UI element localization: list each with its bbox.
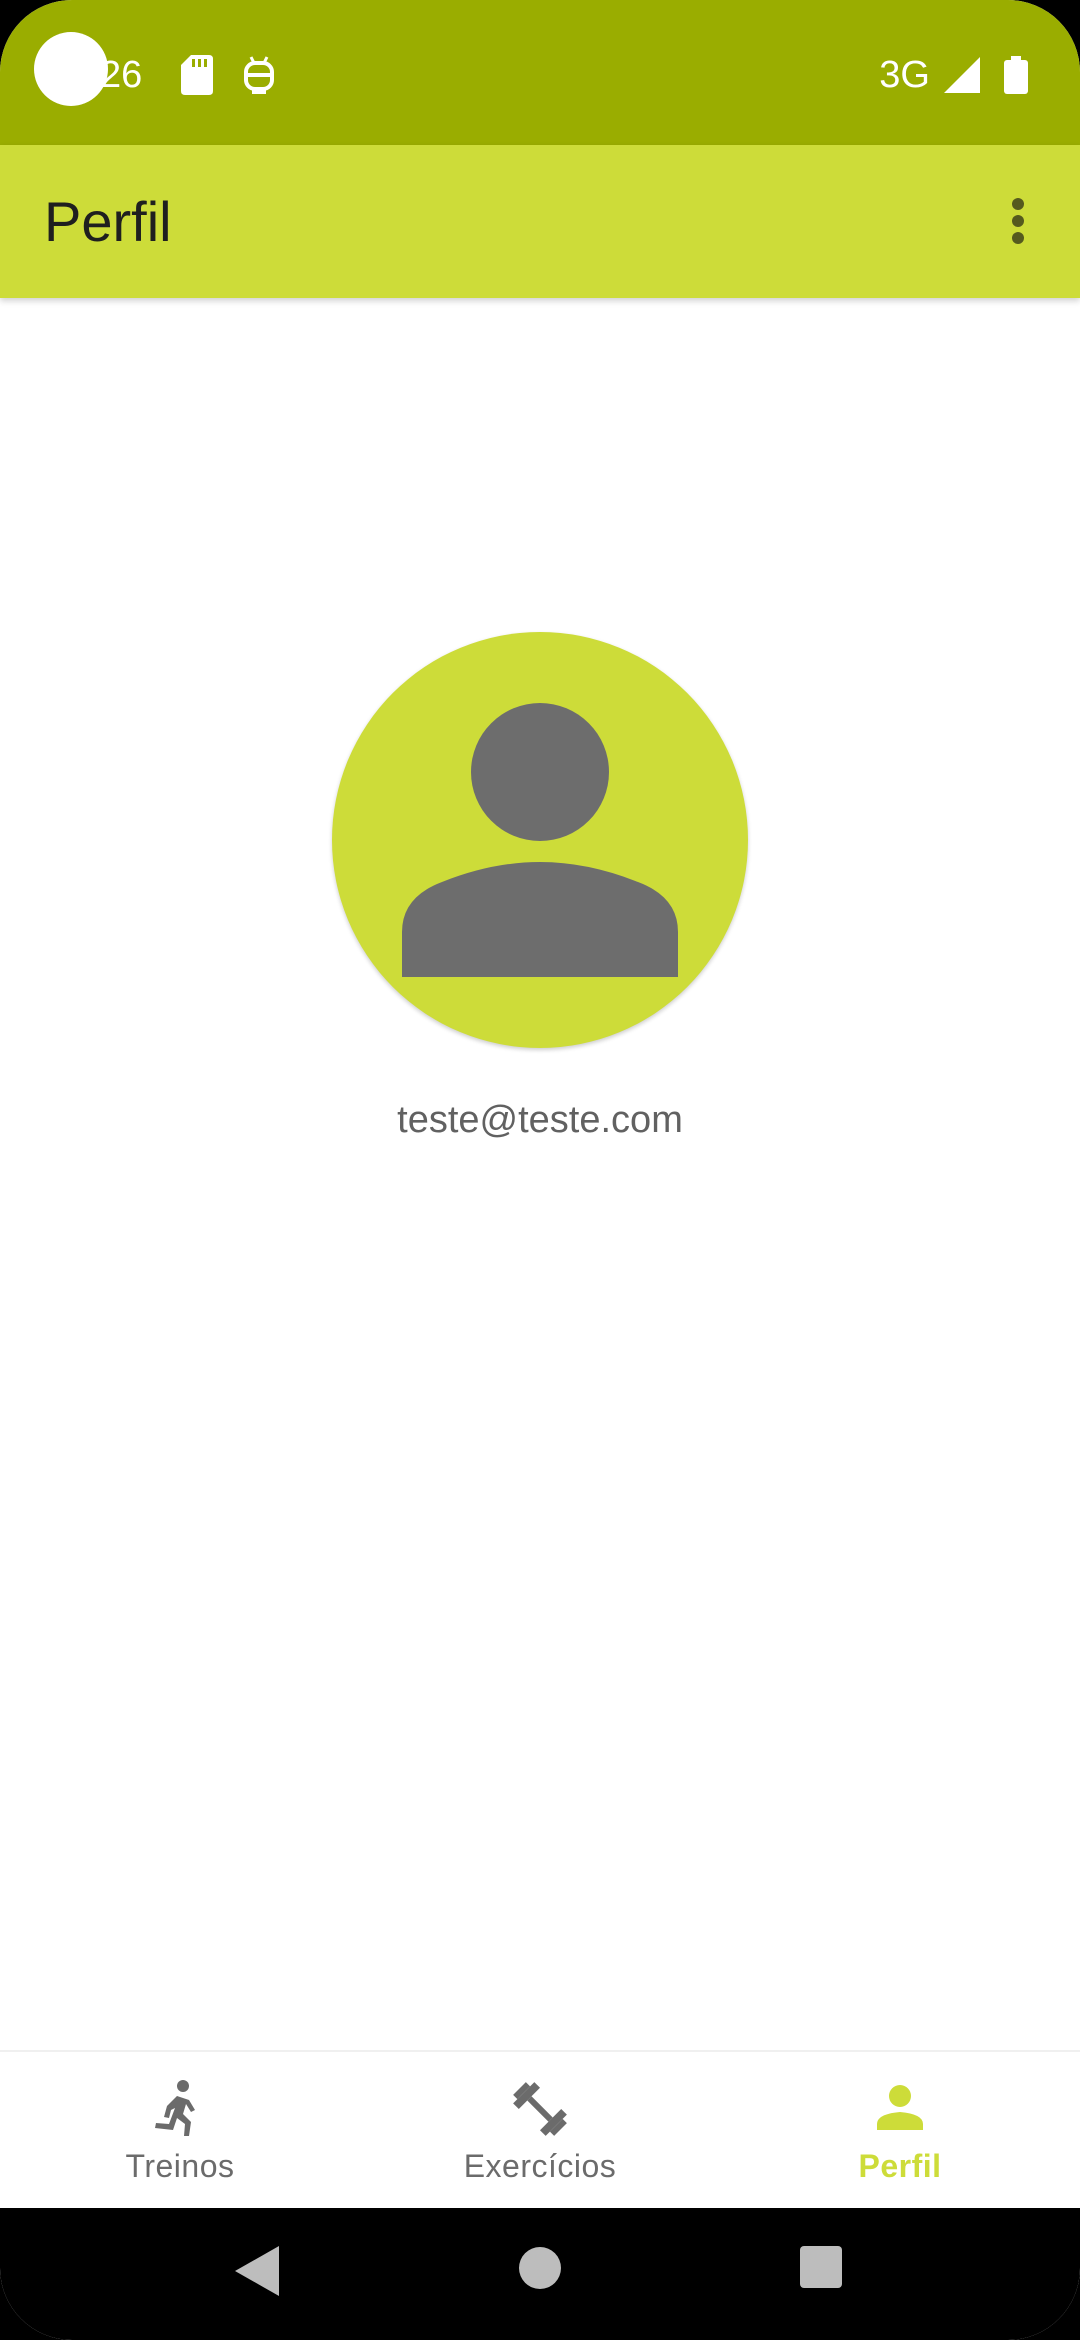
- person-icon: [402, 703, 678, 977]
- camera-cutout: [34, 32, 108, 106]
- page-title: Perfil: [44, 190, 172, 253]
- nav-label-treinos: Treinos: [125, 2148, 235, 2184]
- status-time: 26: [100, 54, 143, 96]
- bottom-navigation: Treinos Exercícios Perfil: [0, 2050, 1080, 2210]
- more-vert-icon: [1012, 198, 1024, 244]
- nav-label-perfil: Perfil: [858, 2148, 942, 2184]
- recents-icon[interactable]: [800, 2246, 842, 2288]
- overflow-menu-button[interactable]: [988, 185, 1048, 257]
- app-bar: Perfil: [0, 145, 1080, 298]
- signal-icon: [944, 57, 980, 93]
- battery-icon: [1004, 56, 1028, 94]
- android-icon: [244, 56, 274, 94]
- nav-label-exercicios: Exercícios: [463, 2148, 617, 2184]
- avatar[interactable]: [332, 632, 748, 1048]
- nav-item-exercicios[interactable]: Exercícios: [360, 2052, 720, 2210]
- nav-item-treinos[interactable]: Treinos: [0, 2052, 360, 2210]
- user-email: teste@teste.com: [397, 1099, 683, 1141]
- sd-card-icon: [181, 55, 213, 95]
- status-bar: 26 3G: [0, 0, 1080, 145]
- nav-item-perfil[interactable]: Perfil: [720, 2052, 1080, 2210]
- screen: 26 3G Perfil teste@teste.com Treinos Exe…: [0, 0, 1080, 2340]
- network-type: 3G: [879, 53, 930, 96]
- dumbbell-icon: [513, 2082, 567, 2136]
- status-right: 3G: [879, 48, 1028, 102]
- home-icon[interactable]: [518, 2246, 562, 2290]
- system-navigation-bar: [0, 2208, 1080, 2340]
- run-icon: [155, 2080, 195, 2136]
- person-icon: [877, 2085, 923, 2130]
- back-icon[interactable]: [235, 2246, 279, 2296]
